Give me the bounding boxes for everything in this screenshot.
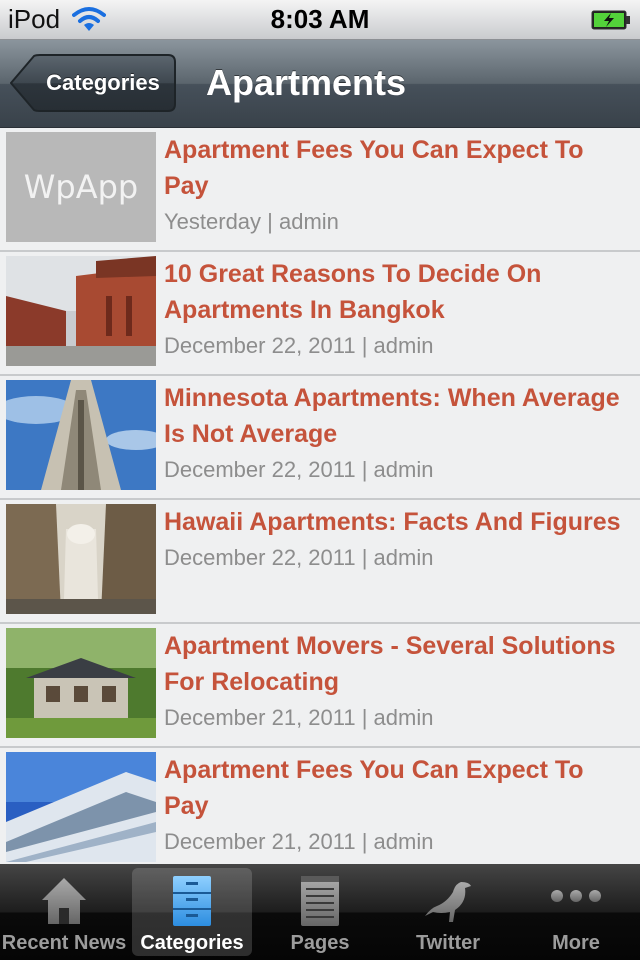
tab-label: Twitter bbox=[415, 932, 481, 954]
file-cabinet-icon bbox=[167, 872, 217, 928]
tab-label: Pages bbox=[290, 932, 350, 954]
back-button-label: Categories bbox=[46, 70, 160, 95]
tab-more[interactable]: More bbox=[512, 864, 640, 960]
tab-recent-news[interactable]: Recent News bbox=[0, 864, 128, 960]
post-meta: December 22, 2011 | admin bbox=[164, 333, 434, 358]
post-thumbnail-photo bbox=[6, 380, 156, 490]
house-icon bbox=[39, 872, 89, 928]
bird-icon bbox=[423, 872, 473, 928]
tab-twitter[interactable]: Twitter bbox=[384, 864, 512, 960]
post-meta: December 22, 2011 | admin bbox=[164, 457, 434, 482]
page-title: Apartments bbox=[206, 62, 407, 103]
post-row[interactable]: Hawaii Apartments: Facts And Figures Dec… bbox=[0, 500, 640, 624]
post-title[interactable]: 10 Great Reasons To Decide On Apartments… bbox=[164, 256, 634, 328]
tab-label: Categories bbox=[140, 932, 244, 954]
tab-label: More bbox=[552, 932, 600, 954]
ellipsis-icon bbox=[551, 872, 601, 928]
post-meta: December 21, 2011 | admin bbox=[164, 705, 434, 730]
back-button-categories[interactable]: Categories bbox=[10, 54, 176, 112]
post-row[interactable]: Minnesota Apartments: When Average Is No… bbox=[0, 376, 640, 500]
tab-categories[interactable]: Categories bbox=[128, 864, 256, 960]
post-row[interactable]: 10 Great Reasons To Decide On Apartments… bbox=[0, 252, 640, 376]
post-thumbnail-photo bbox=[6, 628, 156, 738]
tab-pages[interactable]: Pages bbox=[256, 864, 384, 960]
post-title[interactable]: Apartment Movers - Several Solutions For… bbox=[164, 628, 634, 700]
post-meta: December 22, 2011 | admin bbox=[164, 545, 434, 570]
post-thumbnail-placeholder: WpApp bbox=[6, 132, 156, 242]
post-title[interactable]: Hawaii Apartments: Facts And Figures bbox=[164, 504, 634, 540]
post-row[interactable]: Apartment Fees You Can Expect To Pay Dec… bbox=[0, 748, 640, 864]
post-meta: December 21, 2011 | admin bbox=[164, 829, 434, 854]
post-meta: Yesterday | admin bbox=[164, 209, 339, 234]
placeholder-text: WpApp bbox=[24, 168, 138, 206]
post-thumbnail-photo bbox=[6, 256, 156, 366]
post-list: WpApp Apartment Fees You Can Expect To P… bbox=[0, 128, 640, 864]
tab-bar: Recent News Categories Pages Twitter Mor… bbox=[0, 864, 640, 960]
post-thumbnail-photo bbox=[6, 504, 156, 614]
notepad-icon bbox=[295, 872, 345, 928]
battery-charging-icon bbox=[591, 10, 631, 30]
post-title[interactable]: Minnesota Apartments: When Average Is No… bbox=[164, 380, 634, 452]
post-row[interactable]: Apartment Movers - Several Solutions For… bbox=[0, 624, 640, 748]
navigation-bar: Categories Apartments bbox=[0, 40, 640, 128]
status-bar: iPod 8:03 AM bbox=[0, 0, 640, 40]
post-title[interactable]: Apartment Fees You Can Expect To Pay bbox=[164, 752, 634, 824]
clock: 8:03 AM bbox=[270, 4, 370, 34]
post-row[interactable]: WpApp Apartment Fees You Can Expect To P… bbox=[0, 128, 640, 252]
post-thumbnail-photo bbox=[6, 752, 156, 862]
tab-label: Recent News bbox=[1, 932, 127, 954]
post-title[interactable]: Apartment Fees You Can Expect To Pay bbox=[164, 132, 634, 204]
